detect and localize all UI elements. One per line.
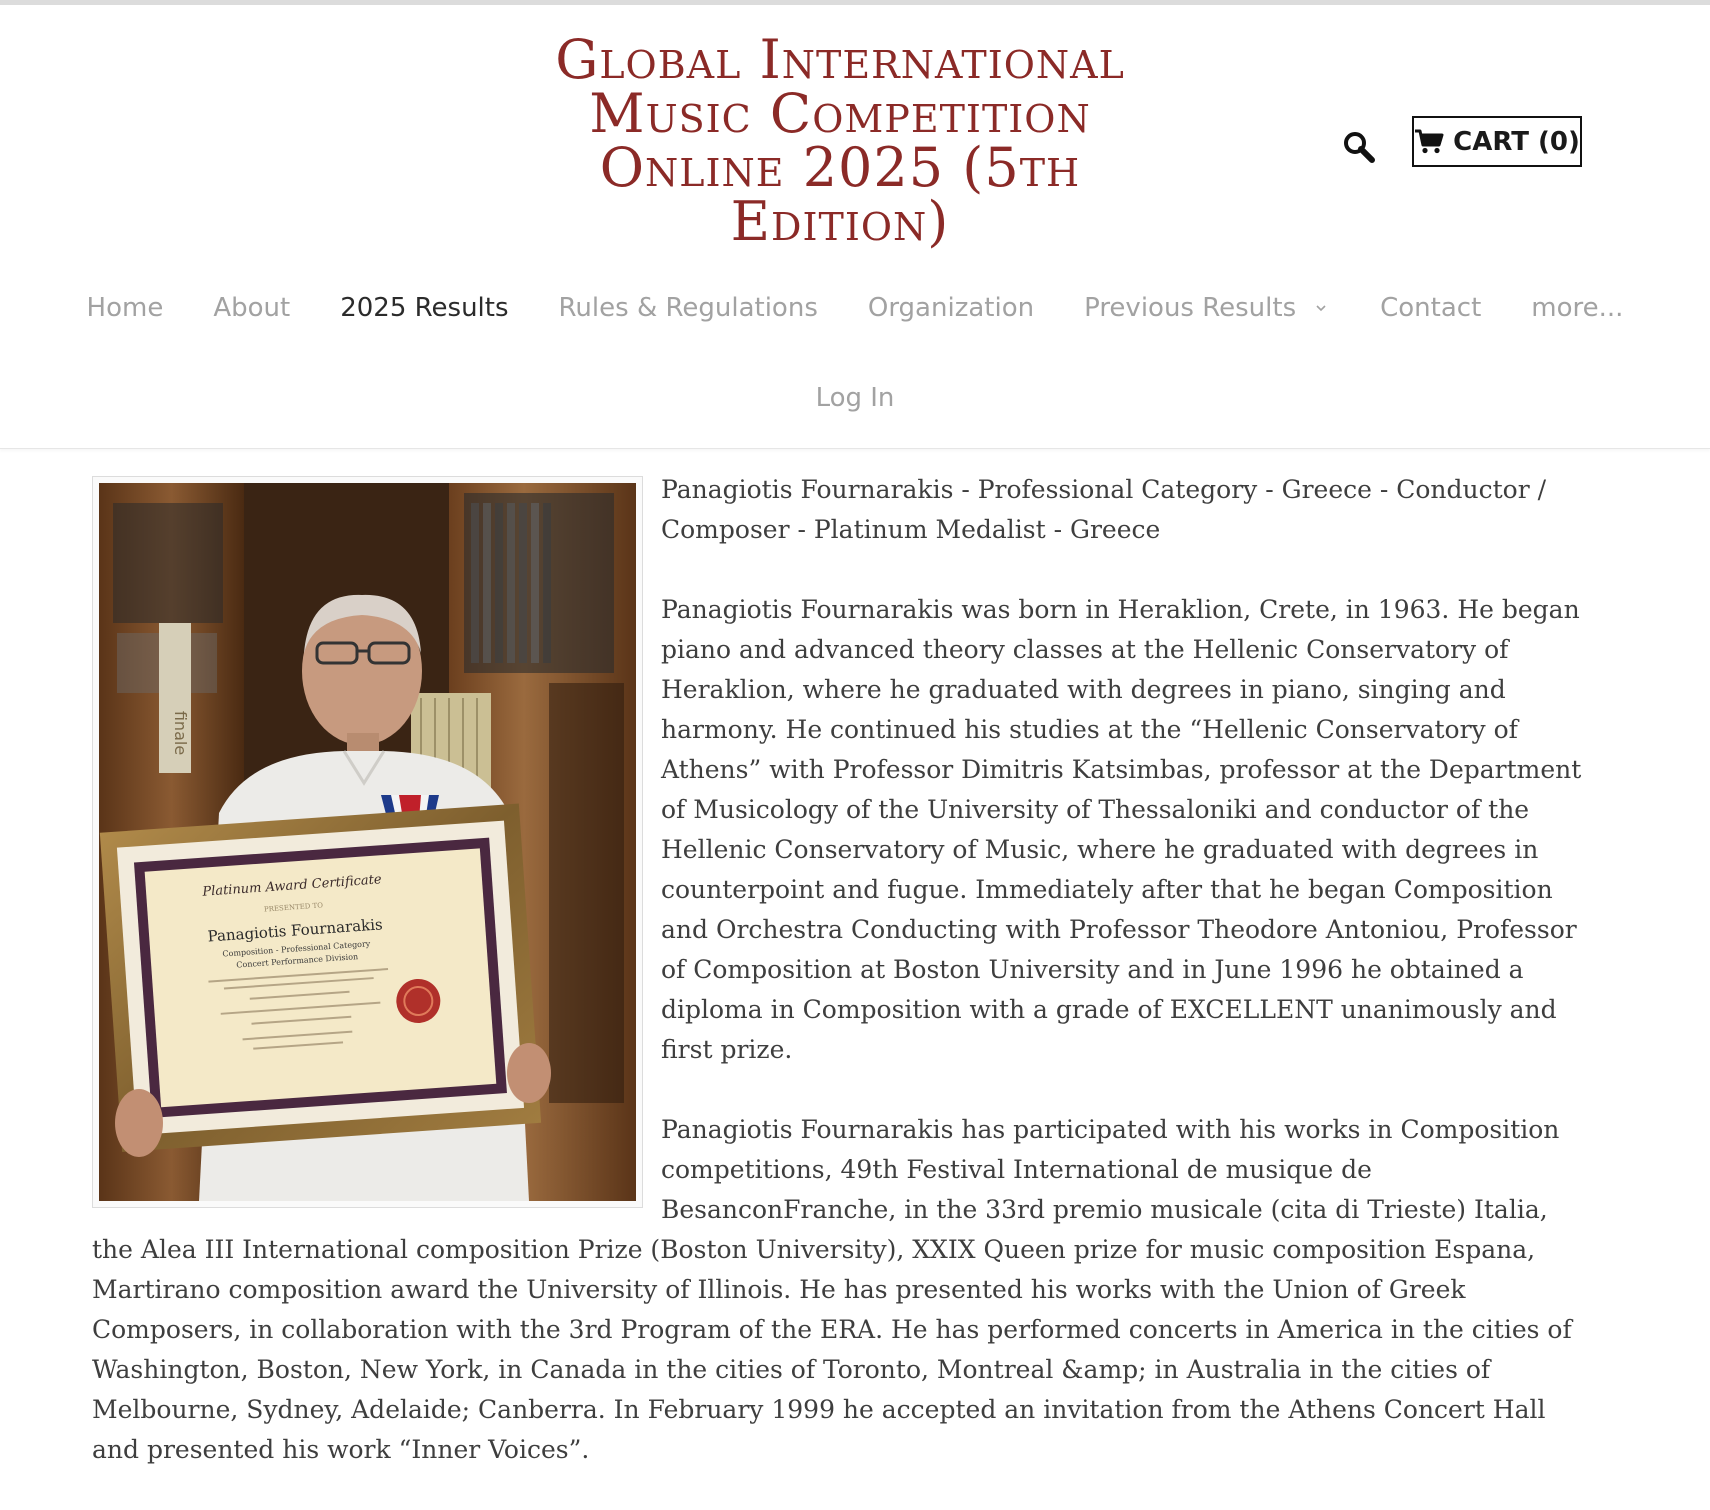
medalist-photo: finale Platinum Award Certificate PRESEN…	[92, 476, 643, 1208]
nav-item-about[interactable]: About	[213, 293, 290, 323]
nav-row-secondary: Log In	[0, 383, 1710, 413]
nav-item-home[interactable]: Home	[87, 293, 164, 323]
nav-item-rules-regulations[interactable]: Rules & Regulations	[559, 293, 818, 323]
site-header: Global International Music Competition O…	[0, 5, 1710, 449]
search-button[interactable]	[1341, 129, 1377, 165]
nav-row-primary: Home About 2025 Results Rules & Regulati…	[0, 293, 1710, 323]
medalist-photo-image: finale Platinum Award Certificate PRESEN…	[99, 483, 636, 1201]
nav-item-previous-results[interactable]: Previous Results	[1084, 293, 1330, 323]
cart-label: CART (0)	[1453, 126, 1580, 157]
cart-button[interactable]: CART (0)	[1412, 116, 1582, 167]
nav-item-2025-results[interactable]: 2025 Results	[340, 293, 508, 323]
book-spine-label: finale	[171, 711, 190, 755]
login-link[interactable]: Log In	[816, 383, 895, 413]
nav-item-previous-results-label: Previous Results	[1084, 293, 1297, 323]
nav-item-more[interactable]: more...	[1531, 293, 1623, 323]
site-title[interactable]: Global International Music Competition O…	[520, 33, 1160, 249]
nav-item-contact[interactable]: Contact	[1380, 293, 1481, 323]
article-content: finale Platinum Award Certificate PRESEN…	[92, 470, 1592, 1510]
nav-item-organization[interactable]: Organization	[868, 293, 1034, 323]
search-icon	[1344, 132, 1375, 163]
shopping-cart-icon	[1415, 129, 1444, 153]
chevron-down-icon	[1316, 305, 1326, 312]
